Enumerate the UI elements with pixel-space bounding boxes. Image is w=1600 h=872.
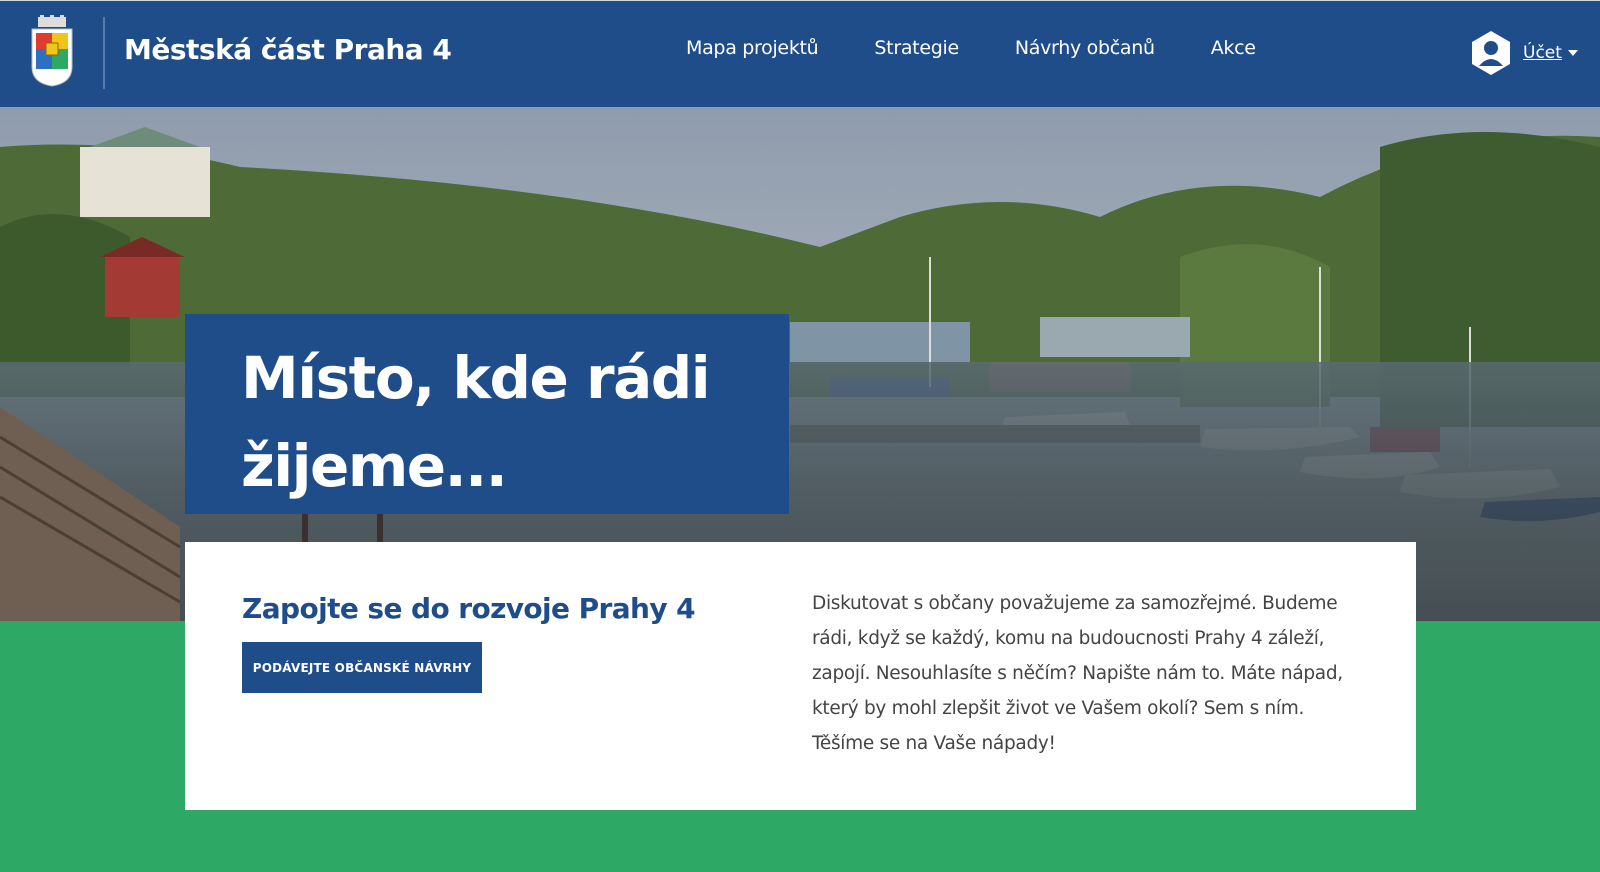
hero-title-box: Místo, kde rádi žijeme... xyxy=(185,314,789,514)
account-link[interactable]: Účet xyxy=(1523,43,1562,63)
submit-proposals-button[interactable]: PODÁVEJTE OBČANSKÉ NÁVRHY xyxy=(242,642,482,693)
card-heading: Zapojte se do rozvoje Prahy 4 xyxy=(242,592,696,625)
card-description: Diskutovat s občany považujeme za samozř… xyxy=(812,593,1343,754)
main-nav: Mapa projektů Strategie Návrhy občanů Ak… xyxy=(686,37,1312,59)
account-menu[interactable]: Účet xyxy=(1471,30,1578,76)
site-header: Městská část Praha 4 Mapa projektů Strat… xyxy=(0,0,1600,107)
nav-item-akce[interactable]: Akce xyxy=(1211,37,1256,59)
logo-divider xyxy=(103,17,105,89)
hero-title: Místo, kde rádi žijeme... xyxy=(241,344,711,500)
user-avatar-icon[interactable] xyxy=(1471,30,1511,76)
chevron-down-icon[interactable] xyxy=(1567,50,1578,56)
coat-of-arms-icon[interactable] xyxy=(28,15,76,87)
intro-card: Zapojte se do rozvoje Prahy 4 PODÁVEJTE … xyxy=(185,542,1416,810)
site-title[interactable]: Městská část Praha 4 xyxy=(124,33,452,66)
nav-item-navrhy-obcanu[interactable]: Návrhy občanů xyxy=(1015,37,1155,59)
nav-item-strategie[interactable]: Strategie xyxy=(874,37,959,59)
nav-item-mapa-projektu[interactable]: Mapa projektů xyxy=(686,37,819,59)
